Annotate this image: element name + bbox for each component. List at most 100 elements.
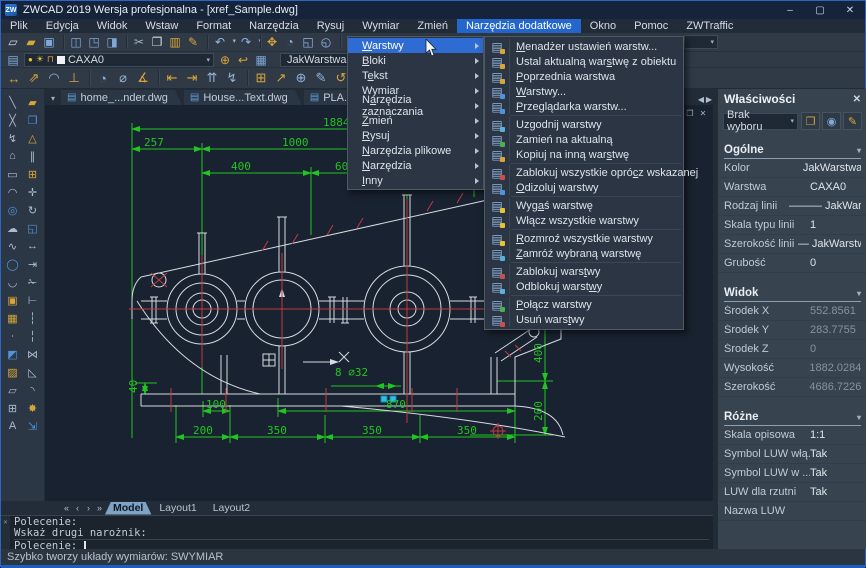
copy-icon[interactable]: ❐ bbox=[148, 34, 166, 50]
plot-icon[interactable]: ◳ bbox=[85, 34, 103, 50]
menu-item-odizoluj-warstwy[interactable]: ▤ Odizoluj warstwy bbox=[485, 180, 683, 195]
fillet-tool[interactable]: ◝ bbox=[23, 381, 42, 399]
menu-item-polacz-warstwy[interactable]: ▤ Połącz warstwy bbox=[485, 297, 683, 312]
menu-item-zamroz-wybrana-warstwe[interactable]: ▤ Zamróź wybraną warstwę bbox=[485, 246, 683, 261]
zoom-previous-icon[interactable]: ◵ bbox=[317, 34, 335, 50]
copy-tool[interactable]: ❐ bbox=[23, 111, 42, 129]
tolerance-icon[interactable]: ⊕ bbox=[291, 69, 311, 87]
color-combo[interactable]: JakWarstwa ▾ bbox=[280, 53, 350, 67]
property-row[interactable]: LUW dla rzutni Tak bbox=[718, 483, 866, 502]
layer-combo[interactable]: ● ☀ ⊓ CAXA0 ▾ bbox=[24, 53, 214, 67]
tab-list-dropdown-icon[interactable]: ▾ bbox=[45, 94, 61, 105]
doc-tab-home[interactable]: ▤home_...nder.dwg bbox=[61, 90, 182, 105]
dim-spacing-icon[interactable]: ⇈ bbox=[202, 69, 222, 87]
point-tool[interactable]: ∙ bbox=[3, 327, 22, 345]
dim-continue-icon[interactable]: ⇥ bbox=[182, 69, 202, 87]
menu-pomoc[interactable]: Pomoc bbox=[625, 19, 677, 33]
close-button[interactable]: ✕ bbox=[835, 1, 865, 19]
menu-item-uzgodnij-warstwy[interactable]: ▤ Uzgodnij warstwy bbox=[485, 117, 683, 132]
menu-item-kopiuj-na-inna-warstwe[interactable]: ▤ Kopiuj na inną warstwę bbox=[485, 147, 683, 162]
menu-widok[interactable]: Widok bbox=[88, 19, 137, 33]
quick-dim-icon[interactable]: ⊞ bbox=[251, 69, 271, 87]
table-tool[interactable]: ⊞ bbox=[3, 399, 22, 417]
dim-diameter-icon[interactable]: ⌀ bbox=[113, 69, 133, 87]
ellipse-arc-tool[interactable]: ◡ bbox=[3, 273, 22, 291]
line-tool[interactable]: ╲ bbox=[3, 93, 22, 111]
menu-item-poprzednia-warstwa[interactable]: ▤ Poprzednia warstwa bbox=[485, 69, 683, 84]
section-header-widok[interactable]: Widok▾ bbox=[724, 287, 861, 302]
zoom-realtime-icon[interactable]: ◔ bbox=[281, 34, 299, 50]
make-object-layer-current-button[interactable]: ⊕ bbox=[216, 52, 234, 68]
polyline-tool[interactable]: ↯ bbox=[3, 129, 22, 147]
mirror-tool[interactable]: △ bbox=[23, 129, 42, 147]
hatch-tool[interactable]: ▨ bbox=[3, 363, 22, 381]
menu-edycja[interactable]: Edycja bbox=[37, 19, 88, 33]
menu-item-rozmroz-wszystkie-warstwy[interactable]: ▤ Rozmroź wszystkie warstwy bbox=[485, 231, 683, 246]
menu-format[interactable]: Format bbox=[187, 19, 240, 33]
dim-radius-icon[interactable]: ◔ bbox=[93, 69, 113, 87]
property-row[interactable]: Kolor JakWarstwa bbox=[718, 159, 866, 178]
property-row[interactable]: Rodzaj linii ——— JakWarstwa bbox=[718, 197, 866, 216]
dim-break-icon[interactable]: ↯ bbox=[222, 69, 242, 87]
property-row[interactable]: Środek X 552.8561 bbox=[718, 302, 866, 321]
move-tool[interactable]: ✛ bbox=[23, 183, 42, 201]
construction-line-tool[interactable]: ╳ bbox=[3, 111, 22, 129]
tab-layout2[interactable]: Layout2 bbox=[205, 502, 258, 515]
erase-tool[interactable]: ▰ bbox=[23, 93, 42, 111]
property-row[interactable]: Skala opisowa 1:1 bbox=[718, 426, 866, 445]
stretch-tool[interactable]: ↔ bbox=[23, 237, 42, 255]
panel-close-icon[interactable]: ✕ bbox=[853, 94, 861, 105]
scale-tool[interactable]: ◱ bbox=[23, 219, 42, 237]
submenu-narzedzia[interactable]: Narzędzia bbox=[348, 158, 483, 173]
prev-layout-button[interactable]: ‹ bbox=[72, 503, 83, 513]
align-tool[interactable]: ⇲ bbox=[23, 417, 42, 435]
menu-item-wlacz-wszystkie-warstwy[interactable]: ▤ Włącz wszystkie warstwy bbox=[485, 213, 683, 228]
trim-tool[interactable]: ✁ bbox=[23, 273, 42, 291]
extend-tool[interactable]: ⊢ bbox=[23, 291, 42, 309]
circle-tool[interactable]: ◎ bbox=[3, 201, 22, 219]
revision-cloud-tool[interactable]: ☁ bbox=[3, 219, 22, 237]
explode-tool[interactable]: ✸ bbox=[23, 399, 42, 417]
property-row[interactable]: Symbol LUW włą... Tak bbox=[718, 445, 866, 464]
new-icon[interactable]: ▱ bbox=[4, 34, 22, 50]
menu-item-ustal-aktualna-warstwe[interactable]: ▤ Ustal aktualną warstwę z obiektu bbox=[485, 54, 683, 69]
menu-zwtraffic[interactable]: ZWTraffic bbox=[677, 19, 742, 33]
submenu-bloki[interactable]: Bloki bbox=[348, 53, 483, 68]
submenu-narzedzia-zaznaczania[interactable]: Narzędzia zaznaczania bbox=[348, 98, 483, 113]
section-header-rozne[interactable]: Różne▾ bbox=[724, 411, 861, 426]
pan-icon[interactable]: ✥ bbox=[263, 34, 281, 50]
property-row[interactable]: Grubość 0 bbox=[718, 254, 866, 273]
property-row[interactable]: Środek Y 283.7755 bbox=[718, 321, 866, 340]
minimize-button[interactable]: – bbox=[775, 1, 805, 19]
tab-model[interactable]: Model bbox=[105, 502, 151, 515]
dim-linear-icon[interactable]: ↔ bbox=[4, 69, 24, 87]
match-properties-icon[interactable]: ✎ bbox=[184, 34, 202, 50]
menu-zmien[interactable]: Zmień bbox=[408, 19, 457, 33]
lengthen-tool[interactable]: ⇥ bbox=[23, 255, 42, 273]
menu-item-zablokuj-warstwy[interactable]: ▤ Zablokuj warstwy bbox=[485, 264, 683, 279]
tab-scroll-right-icon[interactable]: ▶ bbox=[705, 93, 713, 105]
plot-preview-icon[interactable]: ◫ bbox=[67, 34, 85, 50]
menu-wstaw[interactable]: Wstaw bbox=[136, 19, 187, 33]
property-row[interactable]: Symbol LUW w ... Tak bbox=[718, 464, 866, 483]
dim-aligned-icon[interactable]: ⇗ bbox=[24, 69, 44, 87]
menu-item-zablokuj-wszystkie-oprocz[interactable]: ▤ Zablokuj wszystkie oprócz wskazanej bbox=[485, 165, 683, 180]
menu-item-wygas-warstwe[interactable]: ▤ Wygaś warstwę bbox=[485, 198, 683, 213]
mtext-tool[interactable]: A bbox=[3, 417, 22, 435]
property-row[interactable]: Szerokość 4686.7226 bbox=[718, 378, 866, 397]
chamfer-tool[interactable]: ◺ bbox=[23, 363, 42, 381]
multileader-icon[interactable]: ↗ bbox=[271, 69, 291, 87]
property-row[interactable]: Warstwa CAXA0 bbox=[718, 178, 866, 197]
insert-block-tool[interactable]: ▣ bbox=[3, 291, 22, 309]
menu-item-odblokuj-warstwy[interactable]: ▤ Odblokuj warstwy bbox=[485, 279, 683, 294]
submenu-narzedzia-plikowe[interactable]: Narzędzia plikowe bbox=[348, 143, 483, 158]
submenu-warstwy[interactable]: Warstwy bbox=[348, 38, 483, 53]
tab-layout1[interactable]: Layout1 bbox=[151, 502, 204, 515]
tab-scroll-left-icon[interactable]: ◀ bbox=[697, 93, 705, 105]
ellipse-tool[interactable]: ◯ bbox=[3, 255, 22, 273]
region-tool[interactable]: ▱ bbox=[3, 381, 22, 399]
dim-angular-icon[interactable]: ∡ bbox=[133, 69, 153, 87]
menu-rysuj[interactable]: Rysuj bbox=[308, 19, 354, 33]
property-row[interactable]: Szerokość linii — JakWarstwa bbox=[718, 235, 866, 254]
layer-states-button[interactable]: ▦ bbox=[252, 52, 270, 68]
